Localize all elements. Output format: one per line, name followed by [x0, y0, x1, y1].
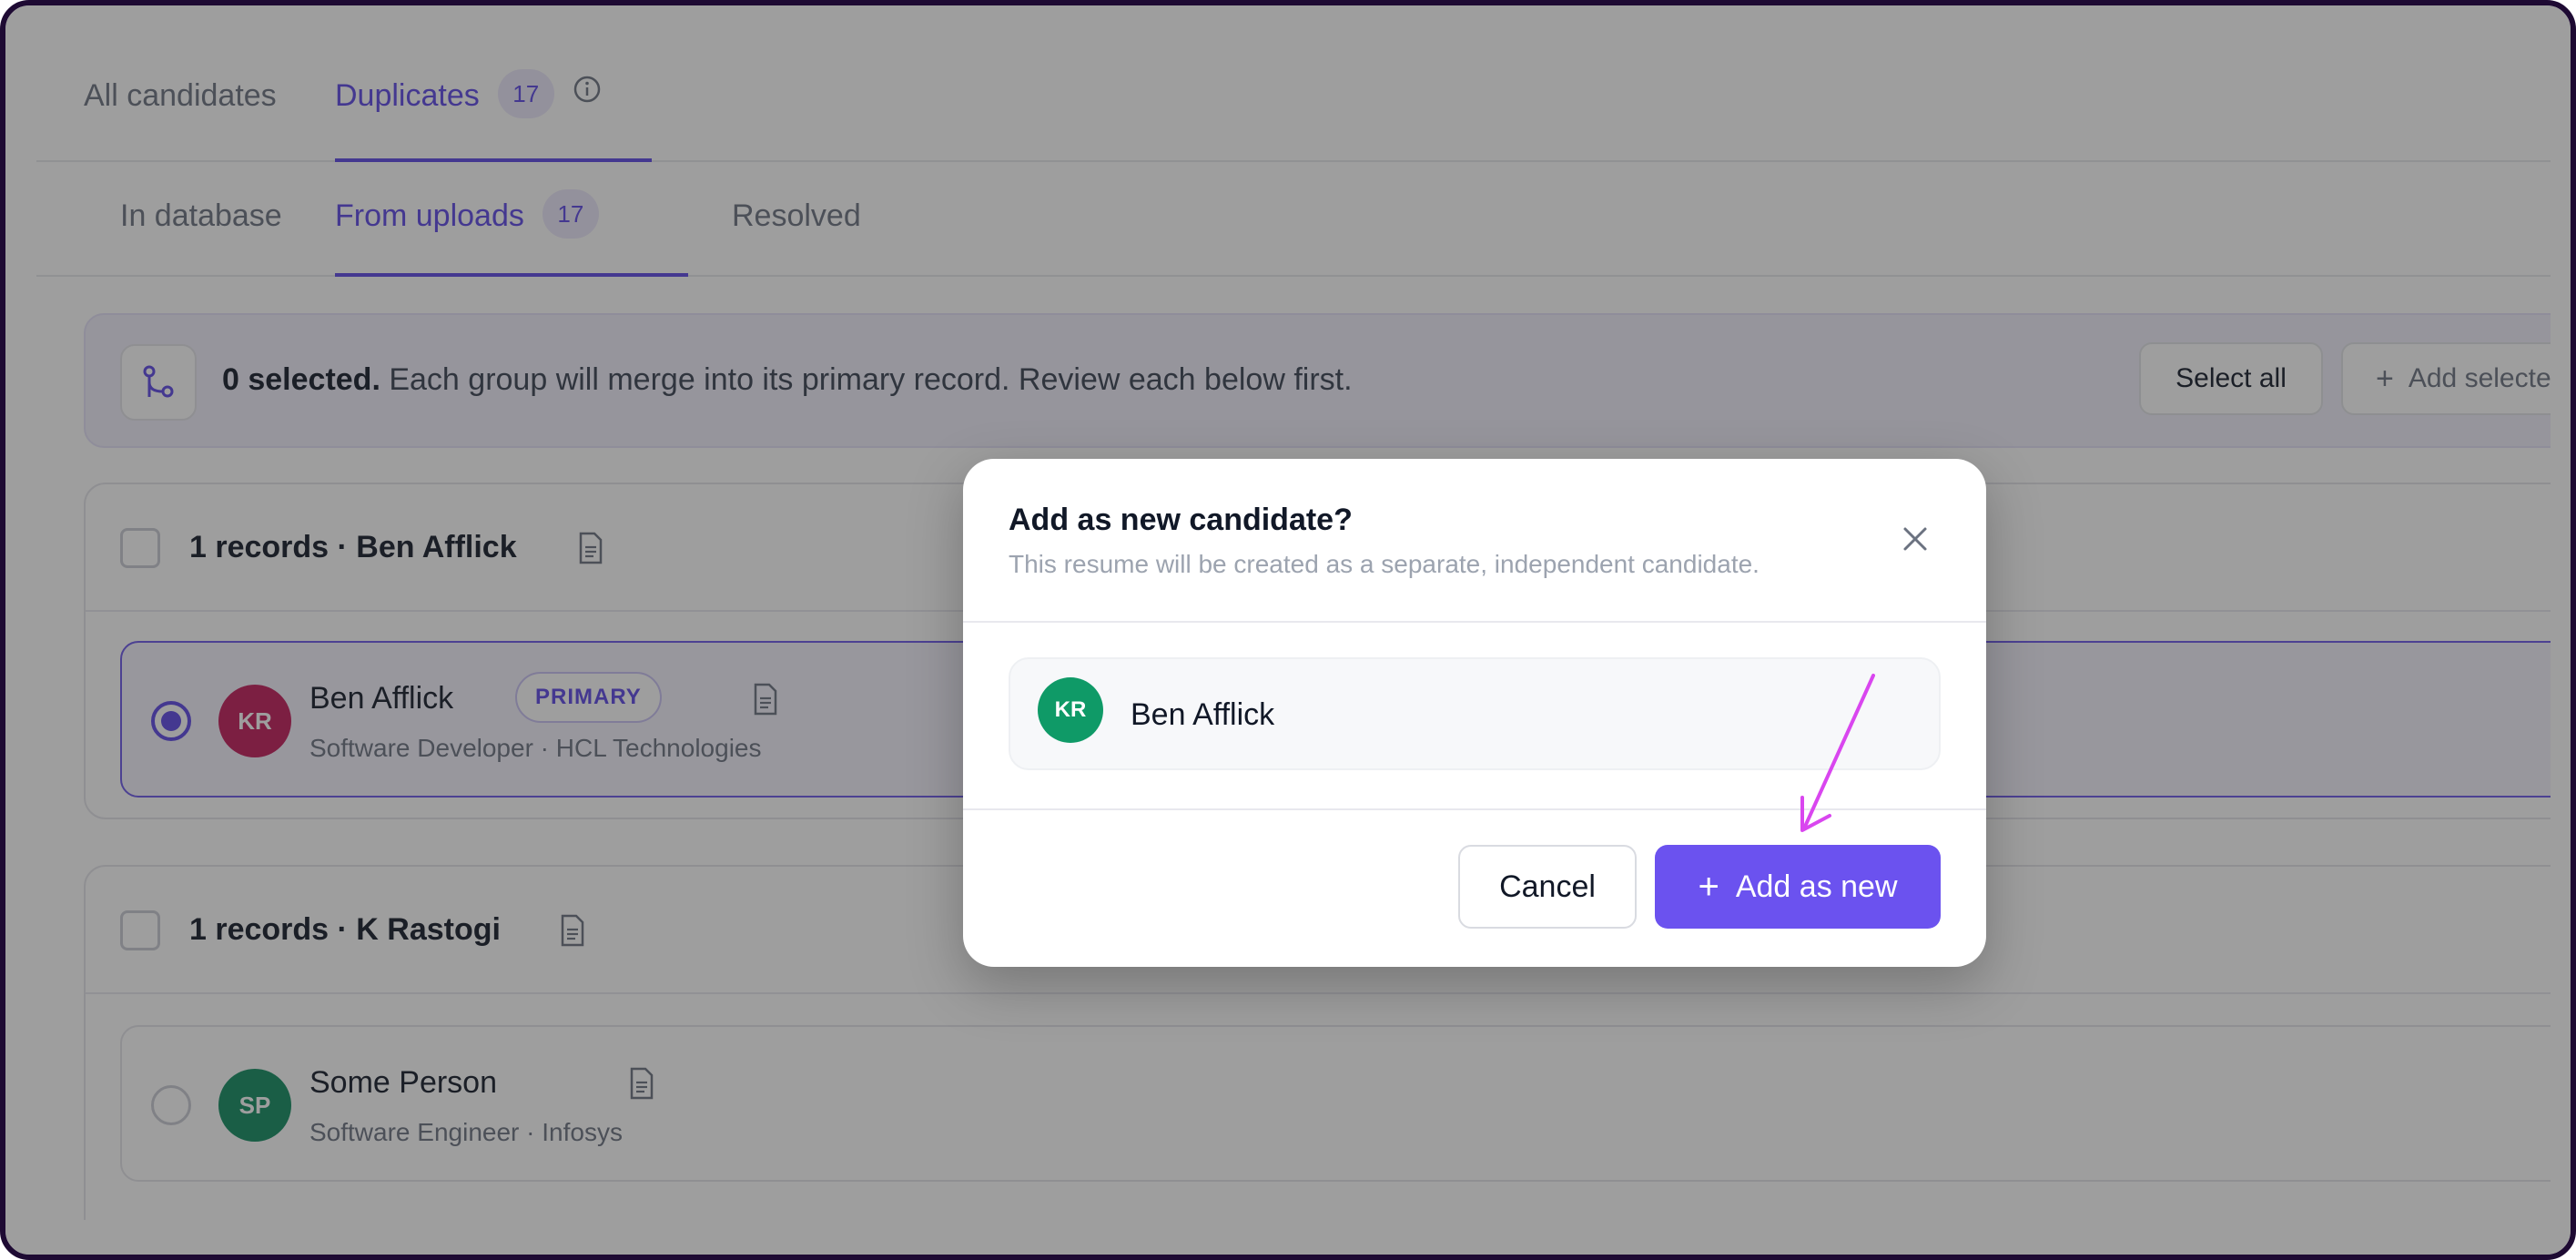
dialog-title: Add as new candidate?	[1009, 503, 1353, 537]
add-candidate-dialog: Add as new candidate? This resume will b…	[963, 459, 1986, 967]
close-icon[interactable]	[1891, 515, 1939, 563]
window-frame: All candidates Duplicates 17 In database…	[0, 0, 2576, 1260]
dialog-subtitle: This resume will be created as a separat…	[1009, 550, 1760, 578]
add-as-new-label: Add as new	[1735, 869, 1898, 904]
plus-icon: +	[1698, 867, 1719, 907]
candidate-name: Ben Afflick	[1131, 697, 1275, 732]
avatar: KR	[1038, 677, 1103, 743]
dialog-header: Add as new candidate? This resume will b…	[963, 459, 1986, 623]
cancel-button[interactable]: Cancel	[1458, 845, 1637, 929]
add-as-new-button[interactable]: + Add as new	[1655, 845, 1941, 929]
candidate-card: KR Ben Afflick	[1009, 657, 1941, 770]
dialog-divider	[963, 808, 1986, 810]
